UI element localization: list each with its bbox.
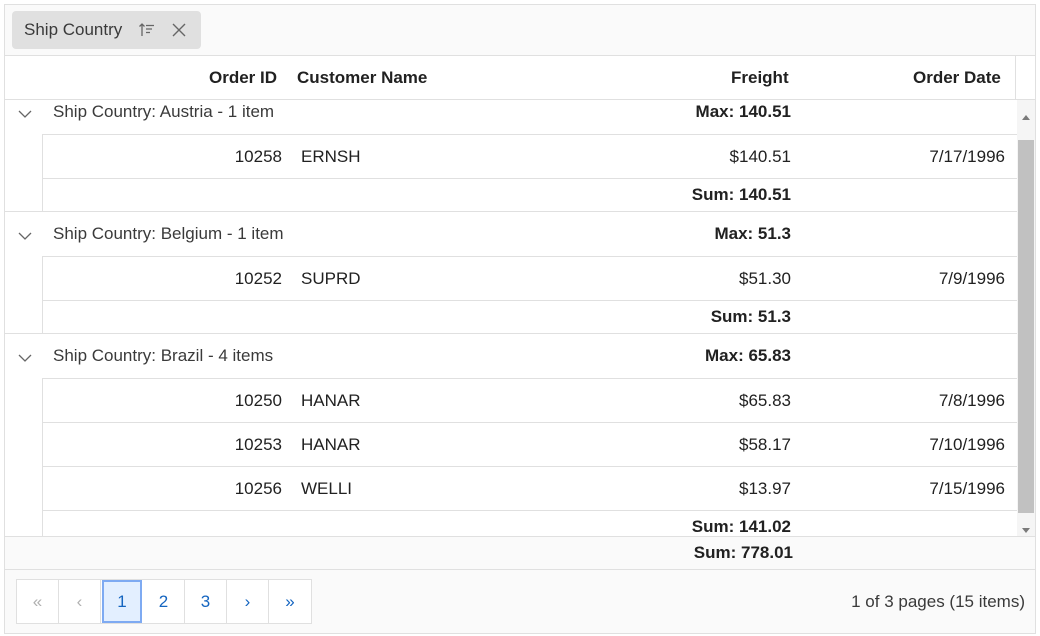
cell-order-date: 7/15/1996 (929, 478, 1005, 498)
indent-cell (5, 510, 43, 536)
total-sum-aggregate: Sum: 778.01 (693, 543, 793, 562)
first-page-button[interactable]: « (17, 580, 59, 623)
cell-customer-name: WELLI (301, 478, 353, 498)
cell-order-id: 10253 (234, 434, 282, 454)
column-header-row: Order ID Customer Name Freight Order Dat… (5, 56, 1035, 100)
group-caption-text: Ship Country: Belgium - 1 item (53, 224, 284, 243)
group-max-aggregate: Max: 51.3 (714, 224, 791, 243)
cell-order-date: 7/10/1996 (929, 434, 1005, 454)
indent-cell (5, 300, 43, 333)
data-grid: Ship Country Order ID Customer Name Frei… (4, 4, 1036, 634)
group-caption-row[interactable]: Ship Country: Austria - 1 item Max: 140.… (5, 100, 1017, 135)
last-page-button[interactable]: » (269, 580, 311, 623)
cell-customer-name: ERNSH (301, 146, 361, 166)
cell-freight: $51.30 (739, 268, 791, 288)
indent-cell (5, 256, 43, 300)
group-summary-row: Sum: 140.51 (5, 178, 1017, 212)
cell-order-id: 10252 (234, 268, 282, 288)
scroll-up-arrow-icon[interactable] (1021, 108, 1031, 120)
table-row[interactable]: 10252 SUPRD $51.30 7/9/1996 (5, 256, 1017, 301)
column-header-customer-name[interactable]: Customer Name (297, 68, 427, 88)
group-caption-row[interactable]: Ship Country: Brazil - 4 items Max: 65.8… (5, 334, 1017, 379)
group-sum-aggregate: Sum: 141.02 (691, 517, 791, 536)
cell-customer-name: HANAR (301, 390, 361, 410)
cell-order-date: 7/17/1996 (929, 146, 1005, 166)
cell-freight: $140.51 (729, 146, 791, 166)
page-3-button[interactable]: 3 (185, 580, 227, 623)
cell-order-id: 10250 (234, 390, 282, 410)
indent-cell (5, 178, 43, 211)
table-row[interactable]: 10256 WELLI $13.97 7/15/1996 (5, 466, 1017, 511)
indent-cell (5, 134, 43, 178)
sort-ascending-icon[interactable] (138, 21, 156, 39)
pager-buttons: « ‹ 1 2 3 › » (16, 579, 312, 624)
cell-customer-name: HANAR (301, 434, 361, 454)
pager-info: 1 of 3 pages (15 items) (851, 592, 1025, 611)
cell-customer-name: SUPRD (301, 268, 361, 288)
cell-order-date: 7/8/1996 (938, 390, 1005, 410)
group-caption-text: Ship Country: Austria - 1 item (53, 102, 275, 121)
group-sum-aggregate: Sum: 140.51 (691, 185, 791, 204)
group-max-aggregate: Max: 140.51 (695, 102, 791, 121)
chevron-down-icon[interactable] (17, 105, 33, 118)
table-row[interactable]: 10250 HANAR $65.83 7/8/1996 (5, 378, 1017, 423)
cell-freight: $58.17 (739, 434, 791, 454)
prev-page-button[interactable]: ‹ (59, 580, 101, 623)
group-caption-text: Ship Country: Brazil - 4 items (53, 346, 274, 365)
indent-cell (5, 466, 43, 510)
page-2-button[interactable]: 2 (143, 580, 185, 623)
page-1-button[interactable]: 1 (102, 580, 142, 623)
column-header-order-id[interactable]: Order ID (209, 68, 277, 88)
group-drop-area: Ship Country (5, 5, 1035, 56)
cell-order-id: 10258 (234, 146, 282, 166)
group-summary-row: Sum: 141.02 (5, 510, 1017, 536)
pager: « ‹ 1 2 3 › » 1 of 3 pages (15 items) (5, 570, 1035, 633)
cell-order-date: 7/9/1996 (938, 268, 1005, 288)
chevron-down-icon[interactable] (17, 349, 33, 362)
table-row[interactable]: 10253 HANAR $58.17 7/10/1996 (5, 422, 1017, 467)
column-header-freight[interactable]: Freight (731, 68, 789, 88)
group-chip-ship-country[interactable]: Ship Country (12, 11, 201, 49)
scroll-down-arrow-icon[interactable] (1021, 520, 1031, 533)
group-sum-aggregate: Sum: 51.3 (710, 307, 791, 326)
chevron-down-icon[interactable] (17, 227, 33, 240)
footer-aggregate-row: Sum: 778.01 (5, 536, 1035, 570)
table-row[interactable]: 10258 ERNSH $140.51 7/17/1996 (5, 134, 1017, 179)
scrollbar-thumb[interactable] (1018, 140, 1034, 513)
cell-freight: $13.97 (739, 478, 791, 498)
group-caption-row[interactable]: Ship Country: Belgium - 1 item Max: 51.3 (5, 212, 1017, 257)
vertical-scrollbar[interactable] (1017, 100, 1035, 536)
indent-cell (5, 378, 43, 422)
group-max-aggregate: Max: 65.83 (705, 346, 791, 365)
cell-order-id: 10256 (234, 478, 282, 498)
next-page-button[interactable]: › (227, 580, 269, 623)
indent-cell (5, 422, 43, 466)
header-divider (1015, 56, 1016, 100)
close-icon[interactable] (170, 21, 188, 39)
cell-freight: $65.83 (739, 390, 791, 410)
grid-content: Ship Country: Austria - 1 item Max: 140.… (5, 100, 1017, 536)
group-chip-label: Ship Country (24, 20, 123, 39)
column-header-order-date[interactable]: Order Date (913, 68, 1001, 88)
group-summary-row: Sum: 51.3 (5, 300, 1017, 334)
